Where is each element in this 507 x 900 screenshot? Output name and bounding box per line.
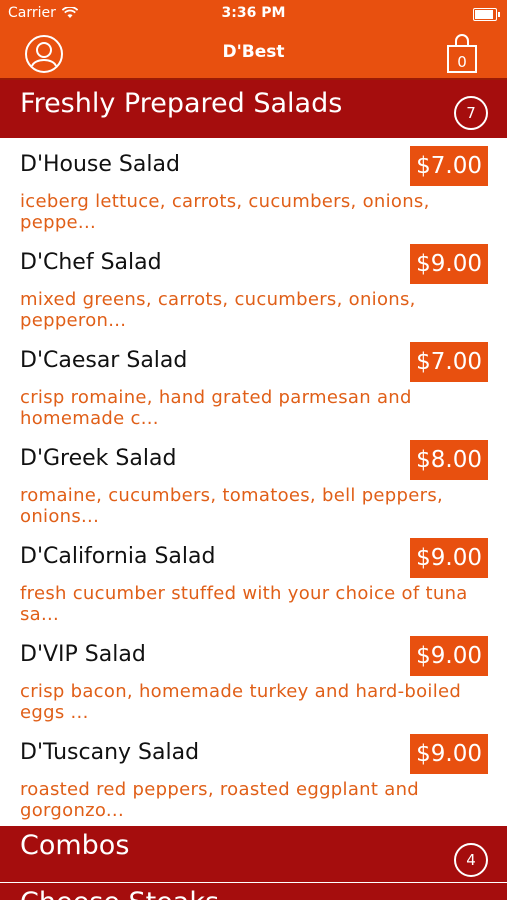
item-price[interactable]: $9.00 (410, 244, 488, 284)
item-name: D'House Salad (20, 152, 180, 177)
item-price[interactable]: $7.00 (410, 342, 488, 382)
item-description: fresh cucumber stuffed with your choice … (20, 583, 468, 625)
menu-item[interactable]: D'California Salad $9.00 fresh cucumber … (0, 532, 507, 630)
count-badge: 7 (454, 96, 488, 130)
item-price[interactable]: $7.00 (410, 146, 488, 186)
section-header-cheese-steaks[interactable]: Cheese Steaks (0, 883, 507, 900)
status-bar: Carrier 3:36 PM (0, 0, 507, 28)
shopping-bag-icon[interactable]: 0 (445, 34, 479, 74)
item-description: romaine, cucumbers, tomatoes, bell peppe… (20, 485, 444, 527)
bag-count: 0 (457, 53, 467, 71)
item-name: D'VIP Salad (20, 642, 146, 667)
section-title: Freshly Prepared Salads (20, 88, 343, 119)
item-description: crisp bacon, homemade turkey and hard-bo… (20, 681, 462, 723)
item-name: D'California Salad (20, 544, 216, 569)
section-header-combos[interactable]: Combos 4 (0, 826, 507, 882)
section-header-salads[interactable]: Freshly Prepared Salads 7 (0, 80, 507, 138)
item-description: crisp romaine, hand grated parmesan and … (20, 387, 412, 429)
nav-bar: D'Best 0 (0, 28, 507, 80)
menu-item[interactable]: D'House Salad $7.00 iceberg lettuce, car… (0, 140, 507, 238)
section-title: Cheese Steaks (20, 887, 219, 900)
item-name: D'Chef Salad (20, 250, 162, 275)
count-badge: 4 (454, 843, 488, 877)
item-name: D'Tuscany Salad (20, 740, 200, 765)
menu-item[interactable]: D'Greek Salad $8.00 romaine, cucumbers, … (0, 434, 507, 532)
item-price[interactable]: $9.00 (410, 636, 488, 676)
battery-icon (473, 8, 500, 21)
item-description: iceberg lettuce, carrots, cucumbers, oni… (20, 191, 430, 233)
page-title: D'Best (222, 42, 285, 62)
item-description: mixed greens, carrots, cucumbers, onions… (20, 289, 416, 331)
menu-item[interactable]: D'Tuscany Salad $9.00 roasted red pepper… (0, 728, 507, 826)
menu-item[interactable]: D'Chef Salad $9.00 mixed greens, carrots… (0, 238, 507, 336)
menu-item[interactable]: D'Caesar Salad $7.00 crisp romaine, hand… (0, 336, 507, 434)
item-description: roasted red peppers, roasted eggplant an… (20, 779, 420, 821)
item-price[interactable]: $9.00 (410, 538, 488, 578)
item-name: D'Caesar Salad (20, 348, 188, 373)
item-price[interactable]: $9.00 (410, 734, 488, 774)
item-price[interactable]: $8.00 (410, 440, 488, 480)
menu-item[interactable]: D'VIP Salad $9.00 crisp bacon, homemade … (0, 630, 507, 728)
section-title: Combos (20, 830, 130, 861)
status-time: 3:36 PM (221, 5, 286, 21)
item-name: D'Greek Salad (20, 446, 177, 471)
